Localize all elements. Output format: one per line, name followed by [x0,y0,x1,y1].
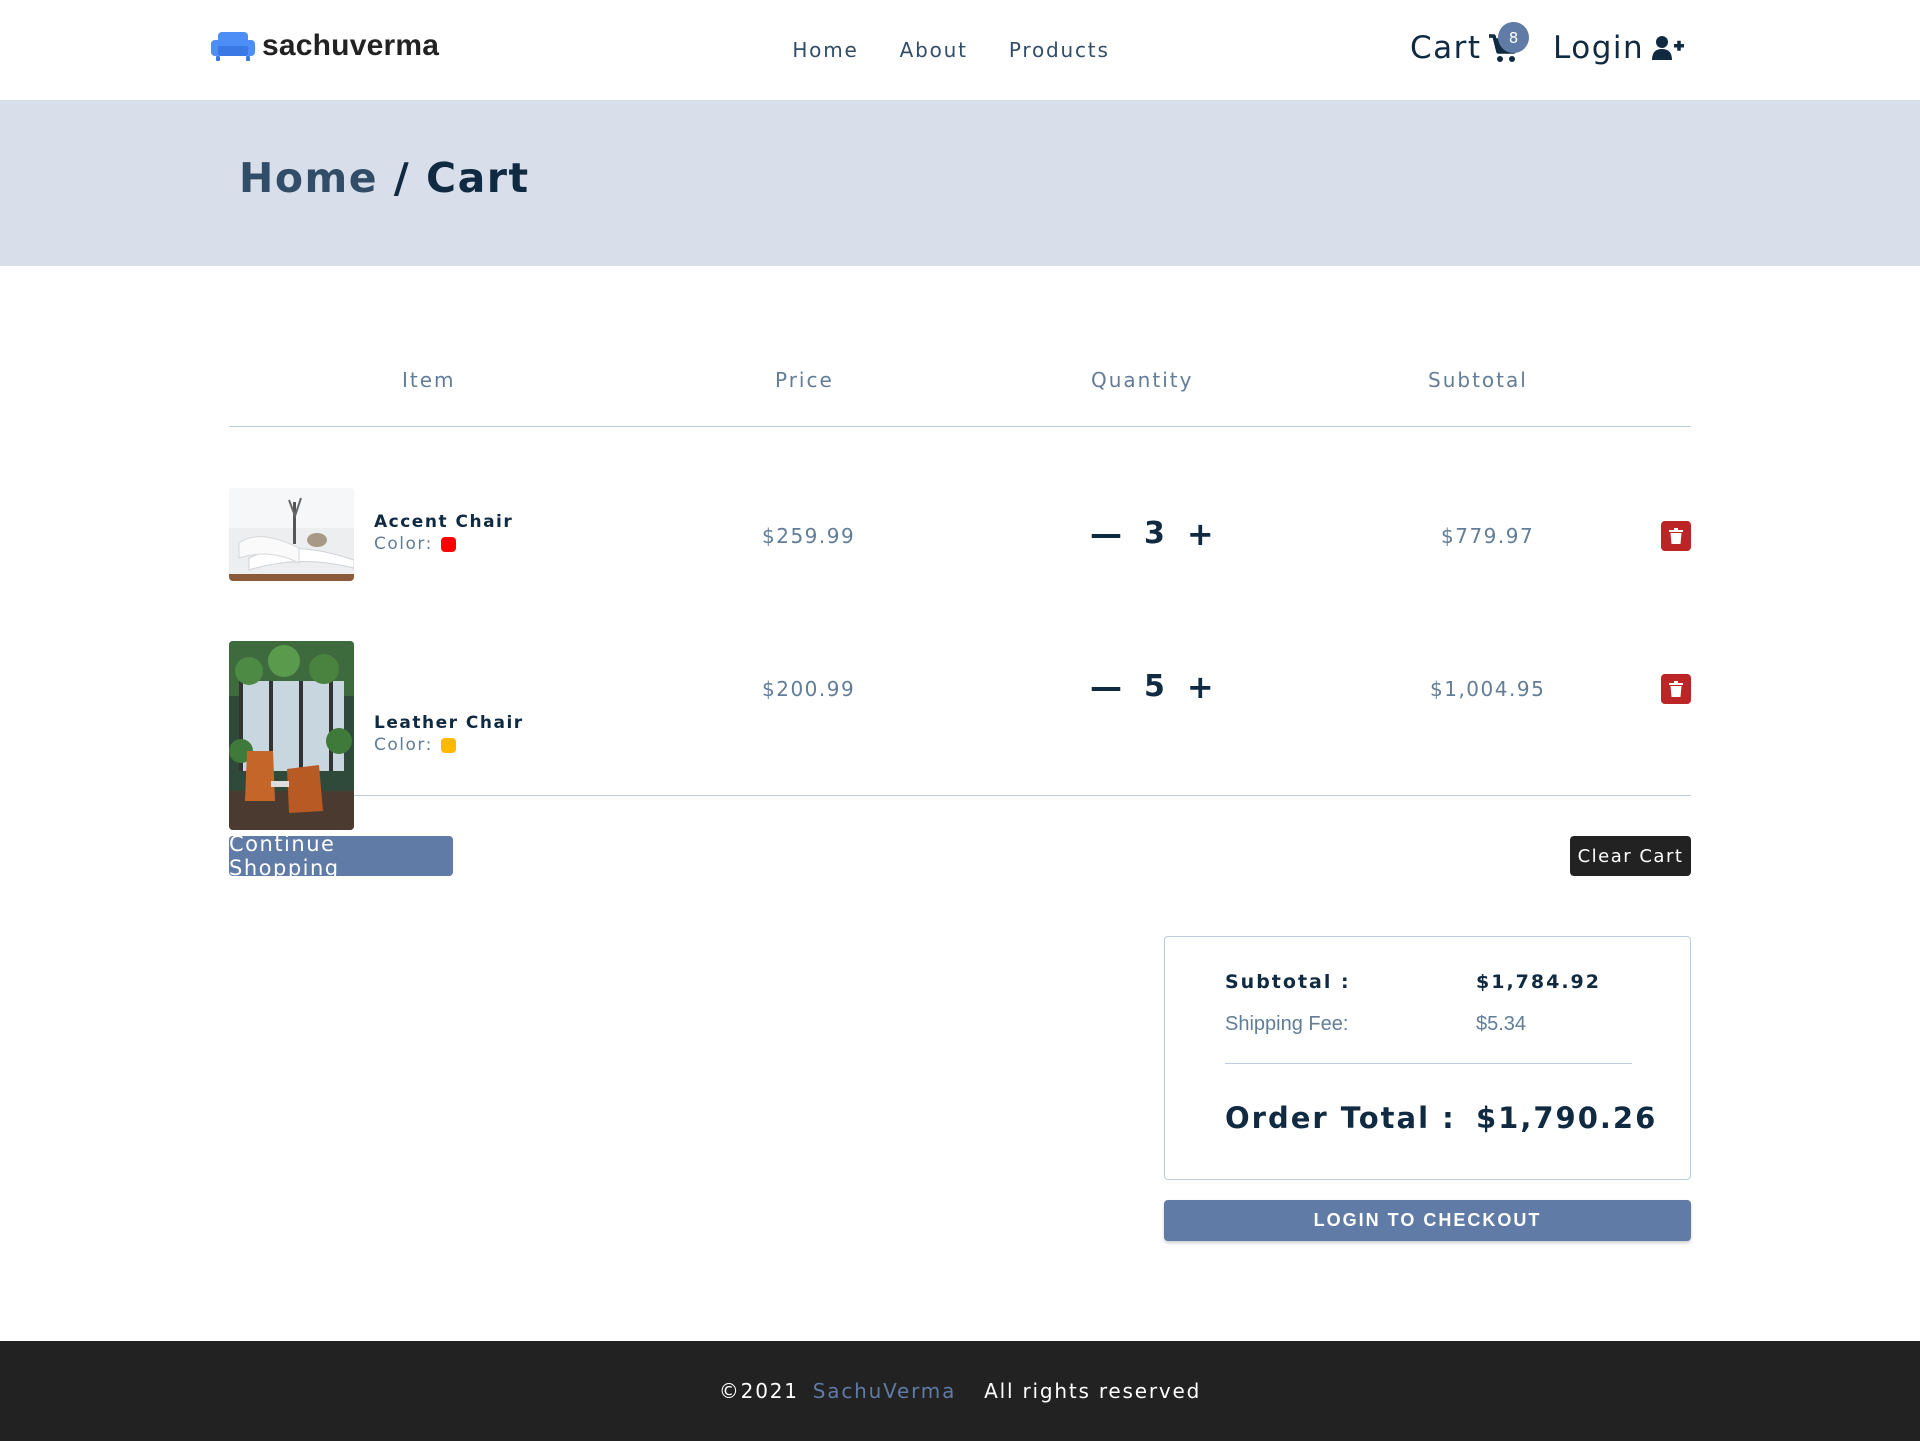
quantity-stepper: — 5 + [1090,669,1214,704]
logo[interactable]: sachuverma [210,28,439,64]
nav-link-home[interactable]: Home [792,38,858,62]
column-header-subtotal: Subtotal [1428,368,1528,392]
rows-divider [354,795,1691,796]
decrease-button[interactable]: — [1090,518,1122,550]
cart-row: Accent Chair Color: $259.99 — 3 + $779.9… [229,488,1691,582]
subtotal-label: Subtotal : [1225,971,1351,993]
breadcrumb-separator: / [378,154,427,202]
sofa-icon [211,32,255,61]
subtotal-value: $1,784.92 [1476,971,1601,993]
footer: ©2021 SachuVerma All rights reserved [0,1341,1920,1441]
item-subtotal: $779.97 [1441,524,1535,548]
product-image [229,488,354,581]
increase-button[interactable]: + [1187,671,1214,703]
quantity-value: 3 [1144,516,1165,551]
continue-shopping-button[interactable]: Continue Shopping [229,832,453,880]
item-color: Color: [374,735,456,755]
color-swatch [440,737,456,753]
decrease-button[interactable]: — [1090,671,1122,703]
breadcrumb-current: Cart [426,154,530,202]
quantity-value: 5 [1144,669,1165,704]
cart-count-badge: 8 [1498,22,1529,53]
page-hero: Home / Cart [0,100,1920,266]
cart-button[interactable]: Cart 8 [1410,22,1529,66]
order-total-value: $1,790.26 [1476,1101,1658,1135]
color-swatch [440,536,456,552]
item-name: Accent Chair [374,512,514,532]
header-divider [229,426,1691,427]
nav-link-about[interactable]: About [900,38,968,62]
item-subtotal: $1,004.95 [1430,677,1546,701]
item-color: Color: [374,534,456,554]
column-header-item: Item [402,368,456,392]
nav-link-products[interactable]: Products [1009,38,1110,62]
footer-rights: All rights reserved [984,1379,1202,1403]
login-label: Login [1553,30,1645,66]
remove-item-button[interactable] [1661,674,1691,704]
order-total-label: Order Total : [1225,1101,1456,1135]
shipping-label: Shipping Fee: [1225,1013,1349,1035]
increase-button[interactable]: + [1187,518,1214,550]
item-name: Leather Chair [374,713,524,733]
logo-text: sachuverma [262,29,440,62]
order-summary: Subtotal : $1,784.92 Shipping Fee: $5.34… [1164,936,1691,1180]
trash-icon [1669,681,1683,697]
login-button[interactable]: Login [1553,30,1685,66]
user-plus-icon [1652,36,1685,60]
item-price: $200.99 [762,677,856,701]
trash-icon [1669,528,1683,544]
cart-label: Cart [1410,30,1482,66]
column-header-quantity: Quantity [1091,368,1194,392]
remove-item-button[interactable] [1661,521,1691,551]
footer-brand-link[interactable]: SachuVerma [813,1379,956,1403]
product-image [229,641,354,830]
item-price: $259.99 [762,524,856,548]
shipping-value: $5.34 [1476,1013,1527,1035]
cart-row: Leather Chair Color: $200.99 — 5 + $1,00… [229,641,1691,830]
footer-copyright: ©2021 [718,1379,799,1403]
item-color-label: Color: [374,735,433,755]
breadcrumb-home[interactable]: Home [239,154,378,202]
login-to-checkout-button[interactable]: LOGIN TO CHECKOUT [1164,1200,1691,1241]
column-header-price: Price [775,368,834,392]
item-color-label: Color: [374,534,433,554]
quantity-stepper: — 3 + [1090,516,1214,551]
breadcrumb: Home / Cart [239,154,530,202]
clear-cart-button[interactable]: Clear Cart [1570,836,1691,876]
navbar: sachuverma Home About Products Cart 8 Lo… [0,0,1920,100]
totals-divider [1225,1063,1632,1064]
